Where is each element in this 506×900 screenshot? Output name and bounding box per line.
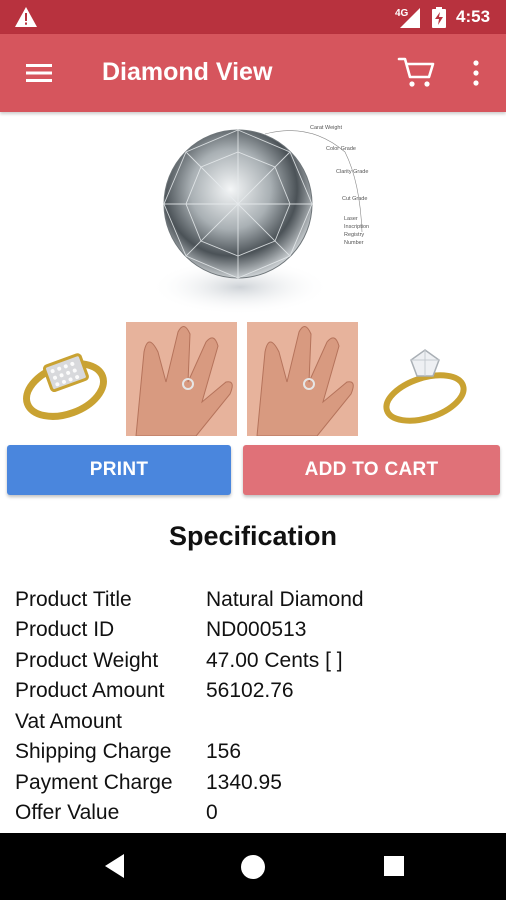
spec-row: Product ID ND000513 xyxy=(15,618,495,648)
spec-label: Payment Charge xyxy=(15,771,173,794)
spec-value: 0 xyxy=(206,801,218,824)
navigation-bar xyxy=(0,833,506,900)
menu-icon[interactable] xyxy=(22,58,56,88)
spec-row: Vat Amount xyxy=(15,710,495,740)
spec-value: Natural Diamond xyxy=(206,588,364,611)
signal-icon xyxy=(400,8,420,28)
thumbnail-hands-2[interactable] xyxy=(247,322,358,436)
spec-value: ND000513 xyxy=(206,618,307,641)
thumbnail-ring-pave[interactable] xyxy=(7,322,123,436)
hero-label: Color Grade xyxy=(326,146,356,152)
spec-label: Vat Amount xyxy=(15,710,123,733)
page-title: Diamond View xyxy=(102,58,273,86)
spec-value: 1340.95 xyxy=(206,771,282,794)
hero-label: Inscription xyxy=(344,224,369,230)
spec-label: Shipping Charge xyxy=(15,740,172,763)
spec-label: Offer Value xyxy=(15,801,120,824)
thumbnail-ring-solitaire[interactable] xyxy=(367,322,499,436)
home-icon[interactable] xyxy=(240,854,266,880)
spec-label: Product ID xyxy=(15,618,115,641)
clock: 4:53 xyxy=(456,7,491,26)
battery-charging-icon xyxy=(432,7,446,28)
thumbnail-strip xyxy=(7,322,499,436)
spec-row: Product Title Natural Diamond xyxy=(15,588,495,618)
recent-apps-icon[interactable] xyxy=(383,855,405,877)
back-icon[interactable] xyxy=(102,852,128,880)
spec-value: 47.00 Cents [ ] xyxy=(206,649,343,672)
spec-value: 156 xyxy=(206,740,242,763)
hero-label: Registry xyxy=(344,232,364,238)
cart-icon[interactable] xyxy=(396,52,436,92)
spec-row: Product Weight 47.00 Cents [ ] xyxy=(15,649,495,679)
diamond-image: Carat Weight Color Grade Clarity Grade C… xyxy=(150,125,369,315)
spec-row: Payment Charge 1340.95 xyxy=(15,771,495,801)
app-bar: Diamond View xyxy=(0,34,506,112)
hero-label: Clarity Grade xyxy=(336,169,368,175)
specification-heading: Specification xyxy=(168,521,338,551)
print-button[interactable]: PRINT xyxy=(7,445,231,495)
add-to-cart-button[interactable]: ADD TO CART xyxy=(243,445,500,495)
hero-label: Laser xyxy=(344,216,358,222)
hero-label: Cut Grade xyxy=(342,196,367,202)
spec-row: Shipping Charge 156 xyxy=(15,740,495,770)
spec-row: Product Amount 56102.76 xyxy=(15,679,495,709)
hero-label: Carat Weight xyxy=(310,125,342,131)
more-options-icon[interactable] xyxy=(466,54,486,92)
spec-label: Product Weight xyxy=(15,649,159,672)
hero-label: Number xyxy=(344,240,364,246)
status-bar: 4G 4:53 xyxy=(0,0,506,34)
spec-label: Product Amount xyxy=(15,679,165,702)
thumbnail-hands-1[interactable] xyxy=(126,322,237,436)
warning-icon xyxy=(15,7,37,27)
spec-value: 56102.76 xyxy=(206,679,294,702)
spec-label: Product Title xyxy=(15,588,132,611)
spec-row: Offer Value 0 xyxy=(15,801,495,831)
